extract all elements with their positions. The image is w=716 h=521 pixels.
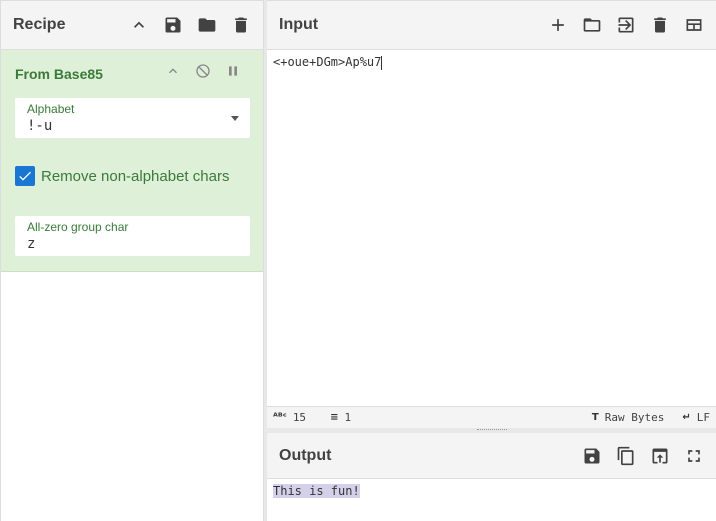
collapse-operation-icon[interactable] xyxy=(165,63,181,84)
recipe-header: Recipe xyxy=(1,0,263,50)
collapse-all-icon[interactable] xyxy=(129,15,149,35)
input-text-value: <+oue+DGm>Ap%u7 xyxy=(273,55,382,69)
dropdown-caret-icon xyxy=(231,116,239,121)
lines-icon: ≡ xyxy=(330,412,339,423)
all-zero-group-char-field[interactable]: All-zero group char z xyxy=(15,216,250,256)
all-zero-group-char-value: z xyxy=(27,236,36,252)
input-header: Input xyxy=(267,0,716,50)
cyberchef-window: Recipe From Base85 Alphabet !-u Remove n… xyxy=(0,0,716,521)
input-length: 15 xyxy=(292,411,307,424)
length-icon: ᴬᴮᶜ xyxy=(273,412,287,423)
remove-non-alphabet-checkbox-row[interactable]: Remove non-alphabet chars xyxy=(15,166,229,186)
copy-output-icon[interactable] xyxy=(616,446,636,466)
input-title: Input xyxy=(279,16,319,33)
recipe-pane: Recipe From Base85 Alphabet !-u Remove n… xyxy=(0,0,264,521)
disable-operation-icon[interactable] xyxy=(195,63,211,84)
output-text-value: This is fun! xyxy=(273,484,360,498)
remove-non-alphabet-label: Remove non-alphabet chars xyxy=(41,167,230,185)
save-output-icon[interactable] xyxy=(582,446,602,466)
input-status-bar: ᴬᴮᶜ 15 ≡ 1 T Raw Bytes ↵ LF xyxy=(267,406,716,428)
input-eol[interactable]: LF xyxy=(697,411,710,424)
breakpoint-pause-icon[interactable] xyxy=(225,63,241,84)
all-zero-group-char-label: All-zero group char xyxy=(27,220,129,234)
input-textarea[interactable]: <+oue+DGm>Ap%u7 xyxy=(267,50,716,406)
checkbox-checked-icon[interactable] xyxy=(15,166,35,186)
open-file-icon[interactable] xyxy=(616,15,636,35)
text-encoding-icon[interactable]: T xyxy=(592,412,599,423)
save-recipe-icon[interactable] xyxy=(163,15,183,35)
replace-input-icon[interactable] xyxy=(650,446,670,466)
text-cursor xyxy=(381,55,383,70)
input-encoding[interactable]: Raw Bytes xyxy=(605,411,665,424)
reset-layout-icon[interactable] xyxy=(684,15,704,35)
clear-input-icon[interactable] xyxy=(650,15,670,35)
output-title: Output xyxy=(279,446,332,464)
clear-recipe-icon[interactable] xyxy=(231,15,251,35)
operation-title: From Base85 xyxy=(15,66,103,82)
output-header: Output xyxy=(267,433,716,479)
maximise-output-icon[interactable] xyxy=(684,446,704,466)
alphabet-label: Alphabet xyxy=(27,102,75,116)
add-input-icon[interactable] xyxy=(548,15,568,35)
input-pane: Input <+oue+DGm>Ap%u7 xyxy=(267,0,716,406)
recipe-title: Recipe xyxy=(13,16,66,33)
input-lines: 1 xyxy=(344,411,352,424)
eol-icon[interactable]: ↵ xyxy=(682,412,690,423)
alphabet-value: !-u xyxy=(27,118,53,134)
output-textarea[interactable]: This is fun! xyxy=(267,479,716,503)
output-pane: Output This is fun! xyxy=(267,433,716,521)
alphabet-select[interactable]: Alphabet !-u xyxy=(15,98,250,138)
open-folder-icon[interactable] xyxy=(582,15,602,35)
load-recipe-icon[interactable] xyxy=(197,15,217,35)
